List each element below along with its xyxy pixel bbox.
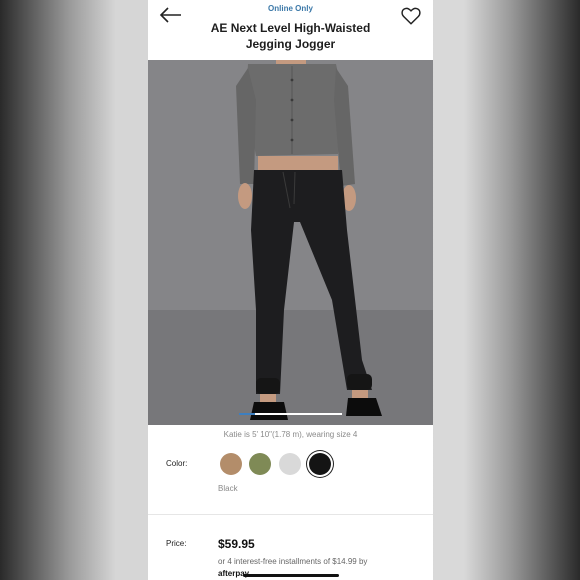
- product-title: AE Next Level High-Waisted Jegging Jogge…: [210, 21, 371, 51]
- color-swatch-olive[interactable]: [249, 453, 271, 475]
- product-detail-screen: Online Only AE Next Level High-Waisted J…: [148, 0, 433, 580]
- product-photo: [148, 60, 433, 425]
- model-size-caption: Katie is 5' 10"(1.78 m), wearing size 4: [223, 430, 358, 439]
- selected-color-name: Black: [218, 484, 238, 493]
- color-swatch-light-grey[interactable]: [279, 453, 301, 475]
- color-swatch-tan[interactable]: [220, 453, 242, 475]
- section-divider: [148, 514, 433, 515]
- installments-text: or 4 interest-free installments of $14.9…: [218, 557, 368, 566]
- color-swatch-black[interactable]: [309, 453, 331, 475]
- product-image-carousel[interactable]: [148, 60, 433, 425]
- home-indicator: [243, 574, 339, 577]
- price-label: Price:: [166, 539, 187, 548]
- online-only-badge: Online Only: [268, 4, 313, 13]
- product-header: Online Only AE Next Level High-Waisted J…: [148, 0, 433, 60]
- price-value: $59.95: [218, 537, 255, 551]
- heart-icon[interactable]: [400, 5, 422, 27]
- carousel-progress-indicator: [239, 413, 255, 415]
- color-label: Color:: [166, 459, 188, 468]
